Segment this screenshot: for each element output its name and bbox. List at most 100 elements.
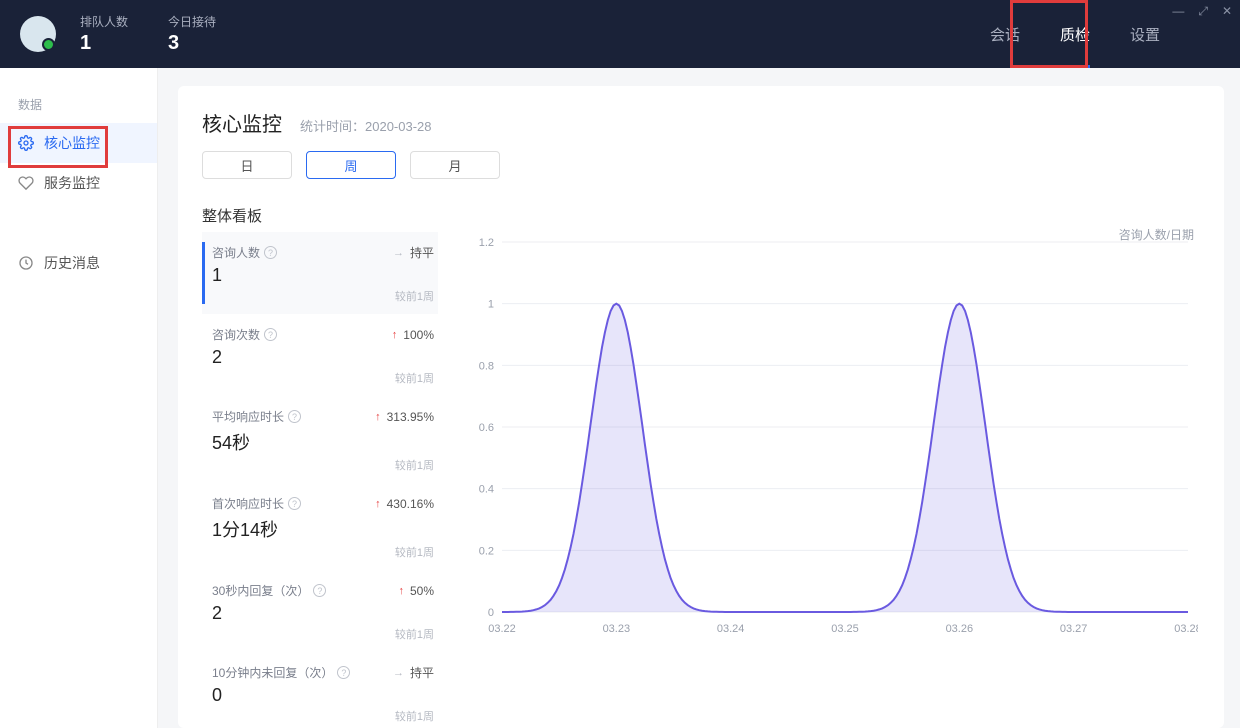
svg-text:03.22: 03.22 [488, 623, 516, 635]
metric-item[interactable]: 30秒内回复（次） ? ↑ 50% 2 较前1周 [202, 570, 438, 652]
stat-queue: 排队人数 1 [80, 13, 128, 55]
tab-settings[interactable]: 设置 [1130, 0, 1160, 68]
metric-compare: 较前1周 [212, 370, 434, 386]
trend-pct: 313.95% [387, 410, 434, 424]
range-week[interactable]: 周 [306, 151, 396, 179]
stat-today-value: 3 [168, 32, 216, 55]
help-icon[interactable]: ? [288, 410, 301, 423]
metric-name: 首次响应时长 ? [212, 495, 301, 512]
metric-compare: 较前1周 [212, 626, 434, 642]
metric-name: 30秒内回复（次） ? [212, 582, 326, 599]
metric-trend: ↑ 50% [398, 584, 434, 598]
top-tabs: 会话 质检 设置 [990, 0, 1160, 68]
metric-trend: ↑ 313.95% [375, 410, 434, 424]
help-icon[interactable]: ? [264, 246, 277, 259]
help-icon[interactable]: ? [288, 497, 301, 510]
metric-value: 2 [212, 603, 434, 624]
trend-arrow-icon: → [393, 667, 404, 679]
panel-title: 整体看板 [202, 205, 1200, 226]
svg-text:0: 0 [488, 607, 494, 619]
metric-value: 54秒 [212, 429, 434, 455]
metric-trend: ↑ 430.16% [375, 497, 434, 511]
svg-text:0.2: 0.2 [479, 545, 494, 557]
metric-item[interactable]: 咨询人数 ? → 持平 1 较前1周 [202, 232, 438, 314]
stat-today-label: 今日接待 [168, 13, 216, 30]
maximize-icon[interactable]: ⤢ [1198, 4, 1208, 19]
card: 核心监控 统计时间：2020-03-28 日 周 月 整体看板 咨询人数 ? → 持… [178, 86, 1224, 728]
heart-monitor-icon [18, 175, 34, 191]
metric-compare: 较前1周 [212, 544, 434, 560]
trend-arrow-icon: ↑ [398, 585, 404, 597]
tab-qc[interactable]: 质检 [1060, 0, 1090, 68]
trend-pct: 430.16% [387, 497, 434, 511]
trend-arrow-icon: → [393, 247, 404, 259]
svg-text:03.28: 03.28 [1174, 623, 1198, 635]
svg-text:03.24: 03.24 [717, 623, 745, 635]
stat-today: 今日接待 3 [168, 13, 216, 55]
range-month[interactable]: 月 [410, 151, 500, 179]
stat-queue-label: 排队人数 [80, 13, 128, 30]
trend-arrow-icon: ↑ [375, 411, 381, 423]
metric-value: 1 [212, 265, 434, 286]
svg-text:1: 1 [488, 299, 494, 311]
metric-compare: 较前1周 [212, 708, 434, 724]
metric-name: 咨询次数 ? [212, 326, 277, 343]
sidebar-item-history[interactable]: 历史消息 [0, 243, 157, 283]
range-buttons: 日 周 月 [202, 151, 1200, 179]
metric-trend: ↑ 100% [392, 328, 434, 342]
metric-value: 1分14秒 [212, 516, 434, 542]
sidebar-item-label: 核心监控 [44, 133, 100, 153]
metric-compare: 较前1周 [212, 288, 434, 304]
trend-pct: 持平 [410, 244, 434, 261]
metric-name: 平均响应时长 ? [212, 408, 301, 425]
sidebar-section-label: 数据 [18, 96, 157, 113]
metric-value: 0 [212, 685, 434, 706]
svg-text:0.8: 0.8 [479, 360, 494, 372]
metric-item[interactable]: 首次响应时长 ? ↑ 430.16% 1分14秒较前1周 [202, 483, 438, 570]
minimize-icon[interactable]: — [1172, 4, 1184, 19]
help-icon[interactable]: ? [313, 584, 326, 597]
metric-compare: 较前1周 [212, 457, 434, 473]
page-title: 核心监控 [202, 108, 282, 137]
avatar[interactable] [20, 16, 56, 52]
tab-chat[interactable]: 会话 [990, 0, 1020, 68]
svg-text:1.2: 1.2 [479, 237, 494, 249]
trend-arrow-icon: ↑ [375, 498, 381, 510]
metric-name: 咨询人数 ? [212, 244, 277, 261]
clock-icon [18, 255, 34, 271]
gear-icon [18, 135, 34, 151]
metric-name: 10分钟内未回复（次） ? [212, 664, 350, 681]
chart-legend: 咨询人数/日期 [1119, 226, 1194, 243]
metric-trend: →持平 [393, 664, 434, 681]
metrics-list: 咨询人数 ?→持平1较前1周咨询次数 ?↑100%2较前1周平均响应时长 ?↑3… [202, 232, 438, 728]
window-controls: — ⤢ ✕ [1172, 4, 1232, 19]
metric-item[interactable]: 咨询次数 ? ↑ 100% 2 较前1周 [202, 314, 438, 396]
help-icon[interactable]: ? [264, 328, 277, 341]
page-subtitle: 统计时间：2020-03-28 [300, 116, 432, 135]
svg-text:03.23: 03.23 [603, 623, 631, 635]
svg-text:03.25: 03.25 [831, 623, 859, 635]
metric-value: 2 [212, 347, 434, 368]
top-bar: 排队人数 1 今日接待 3 会话 质检 设置 — ⤢ ✕ [0, 0, 1240, 68]
chart-svg: 0 0.2 0.4 0.6 0.8 1 1.2 03.22 03.23 03.24 03.25 03.… [458, 232, 1198, 642]
metric-item[interactable]: 10分钟内未回复（次） ? →持平 0 较前1周 [202, 652, 438, 728]
sidebar-item-service[interactable]: 服务监控 [0, 163, 157, 203]
range-day[interactable]: 日 [202, 151, 292, 179]
sidebar: 数据 核心监控 服务监控 历史消息 [0, 68, 158, 728]
trend-pct: 100% [403, 328, 434, 342]
stat-queue-value: 1 [80, 32, 128, 55]
metric-trend: → 持平 [393, 244, 434, 261]
svg-text:03.26: 03.26 [946, 623, 974, 635]
trend-pct: 50% [410, 584, 434, 598]
main: 核心监控 统计时间：2020-03-28 日 周 月 整体看板 咨询人数 ? → 持… [158, 68, 1240, 728]
help-icon[interactable]: ? [337, 666, 350, 679]
svg-text:0.6: 0.6 [479, 422, 494, 434]
metric-item[interactable]: 平均响应时长 ? ↑ 313.95% 54秒较前1周 [202, 396, 438, 483]
svg-text:0.4: 0.4 [479, 484, 494, 496]
svg-text:03.27: 03.27 [1060, 623, 1088, 635]
close-icon[interactable]: ✕ [1222, 4, 1232, 19]
sidebar-item-label: 服务监控 [44, 173, 100, 193]
sidebar-item-core[interactable]: 核心监控 [0, 123, 157, 163]
chart: 咨询人数/日期 00.20.40.60.811.203.2203.2303.24… [438, 232, 1200, 728]
trend-arrow-icon: ↑ [392, 329, 398, 341]
